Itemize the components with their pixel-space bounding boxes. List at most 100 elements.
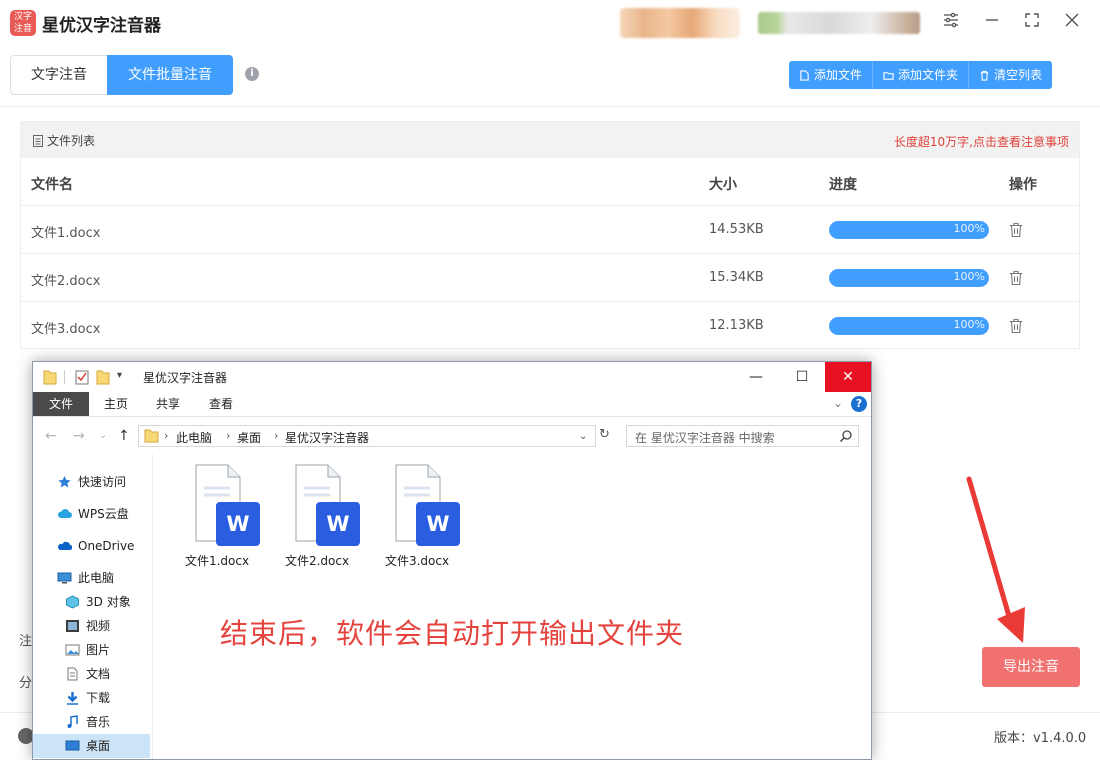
- document-icon: [67, 667, 78, 681]
- ribbon-expand-icon[interactable]: ⌄: [833, 396, 843, 410]
- file-name: 文件2.docx: [31, 274, 101, 289]
- column-size[interactable]: 大小: [709, 174, 737, 194]
- annotation-text: 结束后，软件会自动打开输出文件夹: [219, 617, 684, 650]
- file-size: 12.13KB: [709, 318, 764, 333]
- nav-label: 快速访问: [78, 475, 127, 489]
- delete-icon[interactable]: [1009, 270, 1023, 286]
- file-name: 文件3.docx: [384, 554, 450, 568]
- search-placeholder: 在 星优汉字注音器 中搜索: [635, 431, 775, 445]
- add-folder-button[interactable]: 添加文件夹: [873, 61, 970, 89]
- file-name: 文件1.docx: [184, 554, 250, 568]
- nav-wps-cloud[interactable]: WPS云盘: [33, 502, 153, 526]
- file-name: 文件2.docx: [284, 554, 350, 568]
- table-header: 文件名 大小 进度 操作: [21, 158, 1079, 206]
- column-progress[interactable]: 进度: [829, 174, 857, 194]
- help-icon[interactable]: ?: [851, 396, 867, 412]
- clear-list-label: 清空列表: [994, 68, 1043, 82]
- nav-desktop[interactable]: 桌面: [33, 734, 150, 758]
- settings-icon[interactable]: [940, 12, 962, 34]
- breadcrumb-desktop[interactable]: 桌面: [237, 429, 261, 446]
- breadcrumb-folder[interactable]: 星优汉字注音器: [285, 429, 369, 446]
- info-icon[interactable]: i: [245, 67, 259, 81]
- maximize-icon[interactable]: [1021, 12, 1043, 34]
- explorer-window: ▾ 星优汉字注音器 — ☐ ✕ 文件 主页 共享 查看 ⌄ ? ← → ⌄ ↑ …: [32, 361, 872, 760]
- folder-icon: [144, 429, 159, 443]
- column-name[interactable]: 文件名: [31, 174, 73, 194]
- breadcrumb-this-pc[interactable]: 此电脑: [176, 429, 212, 446]
- file-size: 15.34KB: [709, 270, 764, 285]
- app-logo: 汉字注音: [10, 10, 36, 36]
- nav-music[interactable]: 音乐: [33, 710, 153, 734]
- add-file-button[interactable]: 添加文件: [789, 61, 874, 89]
- folder-icon: [883, 71, 894, 80]
- nav-quick-access[interactable]: 快速访问: [33, 470, 153, 494]
- nav-3d-objects[interactable]: 3D 对象: [33, 590, 153, 614]
- app-window: 汉字注音 星优汉字注音器 文字注音 文件批量注音 i 添加文件 添加文件夹 清空…: [0, 0, 1100, 760]
- progress-text: 100%: [953, 222, 985, 235]
- ribbon-tab-home[interactable]: 主页: [93, 392, 139, 416]
- export-button[interactable]: 导出注音: [982, 647, 1080, 687]
- new-folder-icon[interactable]: [96, 369, 110, 385]
- properties-icon[interactable]: [75, 369, 89, 385]
- ribbon-tab-view[interactable]: 查看: [198, 392, 244, 416]
- table-row[interactable]: 文件2.docx 15.34KB 100%: [21, 254, 1079, 302]
- search-icon[interactable]: [839, 429, 853, 443]
- up-icon[interactable]: ↑: [118, 428, 130, 444]
- file-item[interactable]: W 文件3.docx: [372, 464, 462, 574]
- word-icon: W: [216, 502, 260, 546]
- table-row[interactable]: 文件3.docx 12.13KB 100%: [21, 302, 1079, 350]
- recent-dropdown-icon[interactable]: ⌄: [99, 430, 107, 441]
- nav-documents[interactable]: 文档: [33, 662, 153, 686]
- file-item[interactable]: W 文件1.docx: [172, 464, 262, 574]
- forward-icon[interactable]: →: [73, 428, 85, 444]
- explorer-title: 星优汉字注音器: [143, 371, 228, 385]
- nav-downloads[interactable]: 下载: [33, 686, 153, 710]
- delete-icon[interactable]: [1009, 318, 1023, 334]
- minimize-icon[interactable]: [981, 12, 1003, 34]
- length-notice-link[interactable]: 长度超10万字,点击查看注意事项: [894, 133, 1069, 150]
- option-label-fragment: 注: [19, 634, 33, 649]
- onedrive-icon: [58, 541, 72, 550]
- tab-text-phonetic[interactable]: 文字注音: [10, 55, 108, 95]
- option-label-fragment: 分: [19, 676, 33, 691]
- add-file-label: 添加文件: [814, 68, 863, 82]
- column-action: 操作: [1009, 177, 1037, 193]
- qa-separator: [64, 370, 65, 384]
- file-list-title: 文件列表: [33, 132, 95, 149]
- breadcrumb-separator-icon: ›: [274, 429, 279, 442]
- nav-onedrive[interactable]: OneDrive: [33, 534, 153, 558]
- annotation-arrow: [966, 476, 1025, 643]
- address-bar[interactable]: › 此电脑 › 桌面 › 星优汉字注音器 ⌄: [138, 425, 596, 447]
- nav-label: 3D 对象: [86, 595, 131, 609]
- delete-icon[interactable]: [1009, 222, 1023, 238]
- tab-batch-phonetic[interactable]: 文件批量注音: [107, 55, 233, 95]
- nav-label: 文档: [86, 667, 111, 681]
- back-icon[interactable]: ←: [45, 428, 57, 444]
- explorer-maximize-icon[interactable]: ☐: [779, 362, 825, 392]
- nav-this-pc[interactable]: 此电脑: [33, 566, 153, 590]
- close-icon[interactable]: [1061, 12, 1083, 34]
- ribbon-tab-file[interactable]: 文件: [33, 392, 89, 416]
- clear-list-button[interactable]: 清空列表: [969, 61, 1053, 89]
- address-dropdown-icon[interactable]: ⌄: [579, 431, 587, 442]
- logo-text: 汉字注音: [13, 12, 32, 34]
- file-list-title-text: 文件列表: [47, 134, 96, 148]
- nav-label: 此电脑: [78, 571, 115, 585]
- version-text: 版本：v1.4.0.0: [994, 731, 1087, 746]
- breadcrumb-separator-icon: ›: [226, 429, 231, 442]
- breadcrumb-separator-icon: ›: [164, 429, 169, 442]
- explorer-minimize-icon[interactable]: —: [733, 362, 779, 392]
- cloud-icon: [57, 509, 72, 518]
- progress-bar: 100%: [829, 317, 989, 335]
- nav-label: WPS云盘: [78, 507, 129, 521]
- search-box[interactable]: 在 星优汉字注音器 中搜索: [626, 425, 859, 447]
- cube-icon: [66, 595, 79, 609]
- computer-icon: [57, 572, 72, 584]
- file-item[interactable]: W 文件2.docx: [272, 464, 362, 574]
- refresh-icon[interactable]: ↻: [599, 427, 610, 442]
- divider: [0, 106, 1100, 107]
- quick-access-dropdown-icon[interactable]: ▾: [117, 370, 122, 381]
- table-row[interactable]: 文件1.docx 14.53KB 100%: [21, 206, 1079, 254]
- explorer-close-icon[interactable]: ✕: [825, 362, 871, 392]
- ribbon-tab-share[interactable]: 共享: [145, 392, 191, 416]
